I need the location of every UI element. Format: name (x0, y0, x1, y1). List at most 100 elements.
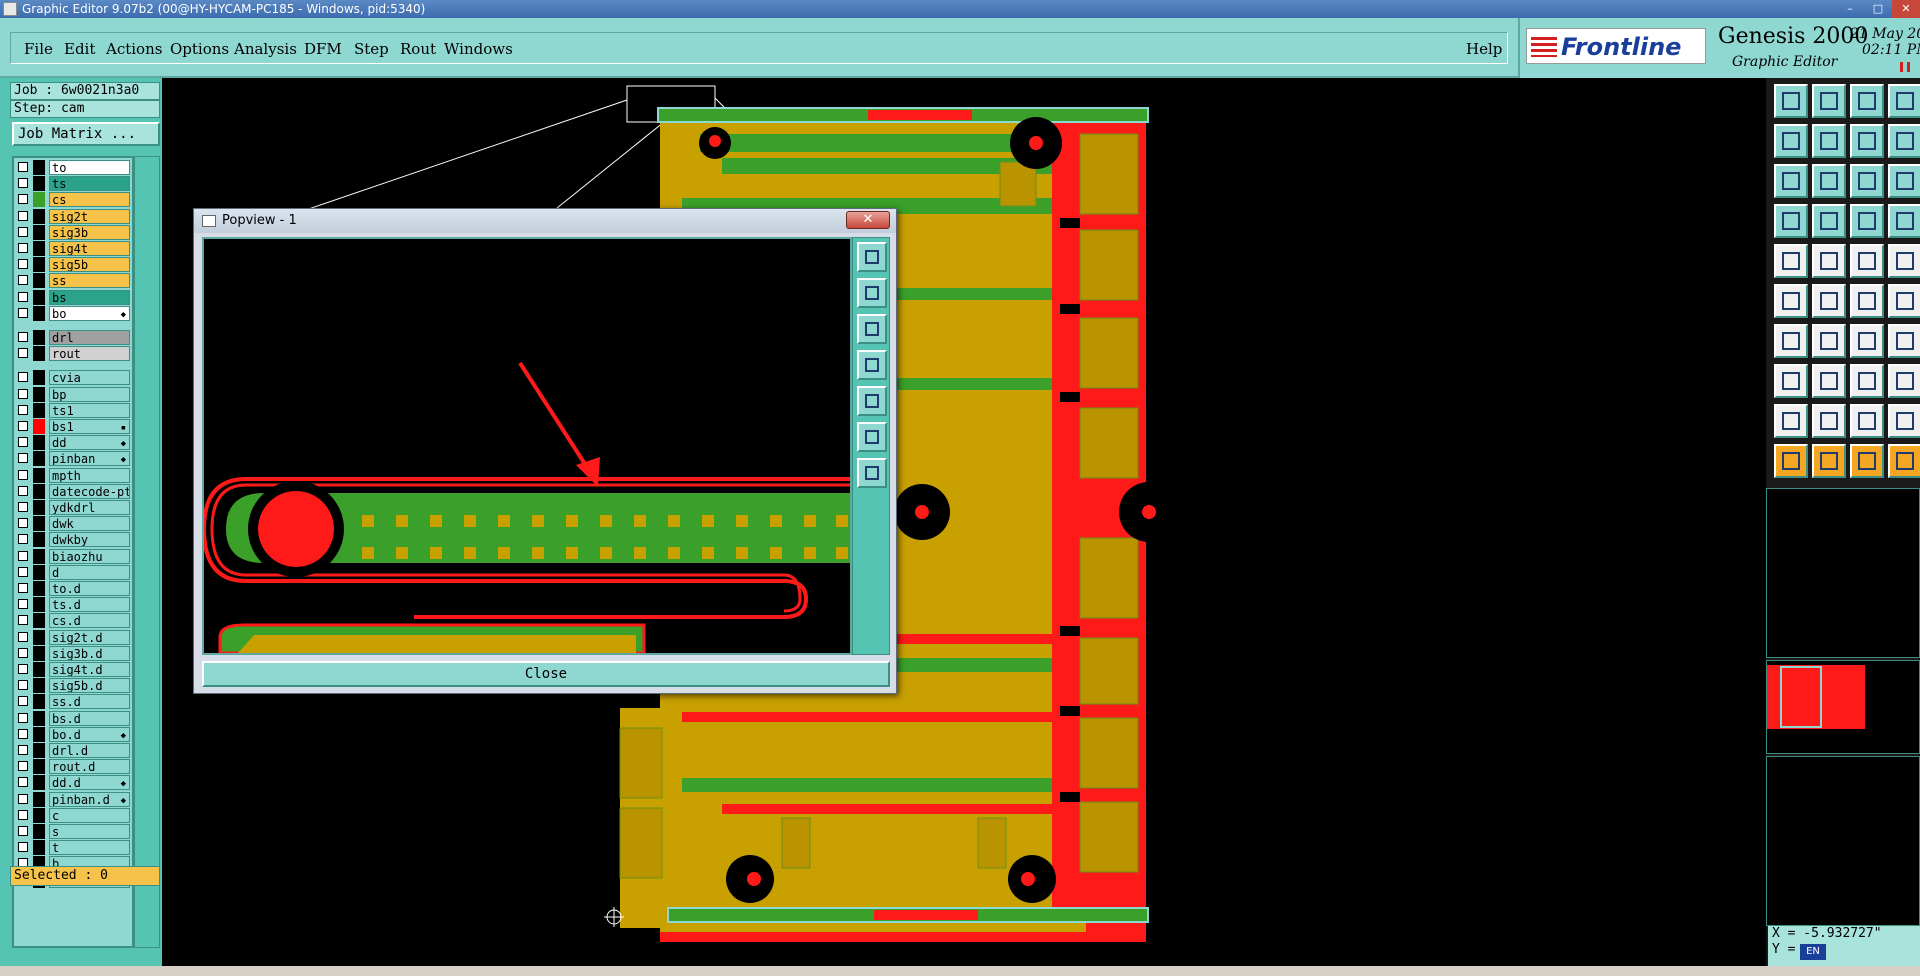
menu-step[interactable]: Step (354, 40, 389, 58)
layer-name[interactable]: to (49, 160, 130, 175)
layer-color-swatch[interactable] (33, 759, 45, 775)
layer-color-swatch[interactable] (33, 500, 45, 515)
layer-row[interactable]: ts1 (16, 402, 132, 418)
layer-color-swatch[interactable] (33, 645, 45, 661)
popview-pan-down-button[interactable] (857, 314, 887, 344)
layer-checkbox[interactable] (18, 550, 28, 561)
layer-color-swatch[interactable] (33, 548, 45, 564)
layer-name[interactable]: sig2t.d (49, 629, 130, 645)
layer-color-swatch[interactable] (33, 257, 45, 273)
layer-row[interactable]: rout (16, 346, 132, 362)
minimize-button[interactable]: – (1836, 0, 1864, 18)
layer-color-swatch[interactable] (33, 597, 45, 613)
layer-color-swatch[interactable] (33, 289, 45, 305)
layer-name[interactable]: sig4t (49, 241, 130, 256)
layer-color-swatch[interactable] (33, 824, 45, 839)
layer-name[interactable]: d (49, 564, 130, 580)
zoom-area-button[interactable] (1812, 164, 1846, 198)
layer-checkbox[interactable] (18, 777, 28, 788)
layer-row[interactable]: dd ◆ (16, 435, 132, 451)
layer-checkbox[interactable] (18, 680, 28, 691)
layer-checkbox[interactable] (18, 372, 28, 383)
layer-color-swatch[interactable] (33, 467, 45, 483)
add-pad-button[interactable] (1774, 244, 1808, 278)
layer-color-swatch[interactable] (33, 840, 45, 856)
fit-board-button[interactable] (1774, 164, 1808, 198)
layer-color-swatch[interactable] (33, 807, 45, 823)
layer-color-swatch[interactable] (33, 662, 45, 677)
layer-color-swatch[interactable] (33, 224, 45, 240)
layer-name[interactable]: ts (49, 176, 130, 192)
layer-name[interactable]: to.d (49, 581, 130, 596)
layer-name[interactable]: dwk (49, 516, 130, 532)
layer-row[interactable]: drl (16, 330, 132, 345)
menu-help[interactable]: Help (1466, 40, 1502, 58)
layer-row[interactable]: cs (16, 192, 132, 208)
layer-color-swatch[interactable] (33, 160, 45, 175)
layer-name[interactable]: sig3b (49, 224, 130, 240)
layer-name[interactable]: drl (49, 330, 130, 345)
add-angle-button[interactable] (1774, 324, 1808, 358)
layer-name[interactable]: bs1 ▪ (49, 419, 130, 434)
layer-checkbox[interactable] (18, 388, 28, 399)
layer-row[interactable]: bs (16, 289, 132, 305)
layer-color-swatch[interactable] (33, 629, 45, 645)
layer-name[interactable]: bs.d (49, 710, 130, 726)
popview-titlebar[interactable]: Popview - 1 ✕ (194, 209, 896, 233)
layer-row[interactable]: bo ◆ (16, 305, 132, 321)
layer-checkbox[interactable] (18, 210, 28, 221)
layer-color-swatch[interactable] (33, 775, 45, 791)
layer-checkbox[interactable] (18, 664, 28, 674)
layer-row[interactable]: sig4t.d (16, 662, 132, 677)
layer-row[interactable]: pinban ◆ (16, 451, 132, 467)
layer-row[interactable]: biaozhu (16, 548, 132, 564)
layer-row[interactable]: sig5b (16, 257, 132, 273)
layer-checkbox[interactable] (18, 696, 28, 707)
layer-row[interactable]: bp (16, 386, 132, 402)
layer-color-swatch[interactable] (33, 402, 45, 418)
scale-1-2-button[interactable] (1888, 124, 1920, 158)
layer-checkbox[interactable] (18, 243, 28, 253)
layer-name[interactable]: sig5b (49, 257, 130, 273)
layer-row[interactable]: cvia (16, 370, 132, 386)
layer-checkbox[interactable] (18, 842, 28, 853)
popview-zoom-fit-button[interactable] (857, 242, 887, 272)
layer-color-swatch[interactable] (33, 564, 45, 580)
layer-checkbox[interactable] (18, 421, 28, 431)
menu-edit[interactable]: Edit (64, 40, 95, 58)
layer-row[interactable]: s (16, 824, 132, 839)
layer-color-swatch[interactable] (33, 192, 45, 208)
open-job-button[interactable] (1774, 84, 1808, 118)
ime-indicator[interactable]: EN (1800, 944, 1826, 960)
layer-color-swatch[interactable] (33, 710, 45, 726)
layer-name[interactable]: datecode-pth (49, 483, 130, 499)
menu-options[interactable]: Options (170, 40, 229, 58)
layer-name[interactable]: dd.d ◆ (49, 775, 130, 791)
layer-checkbox[interactable] (18, 453, 28, 464)
layer-color-swatch[interactable] (33, 241, 45, 256)
layer-row[interactable]: ydkdrl (16, 500, 132, 515)
layer-name[interactable]: cvia (49, 370, 130, 386)
menu-rout[interactable]: Rout (400, 40, 436, 58)
layer-checkbox[interactable] (18, 226, 28, 237)
layer-name[interactable]: ss.d (49, 694, 130, 710)
popview-close-button[interactable]: Close (202, 661, 890, 687)
layer-checkbox[interactable] (18, 534, 28, 545)
popview-zoom-in-button[interactable] (857, 422, 887, 452)
layer-name[interactable]: rout (49, 346, 130, 362)
popview-zoom-out-button[interactable] (857, 458, 887, 488)
layer-name[interactable]: cs (49, 192, 130, 208)
triangle-b-button[interactable] (1888, 404, 1920, 438)
layer-toggle-button[interactable] (1888, 204, 1920, 238)
layer-row[interactable]: sig3b.d (16, 645, 132, 661)
select-net-button[interactable] (1850, 444, 1884, 478)
layer-checkbox[interactable] (18, 647, 28, 658)
layer-name[interactable]: pinban ◆ (49, 451, 130, 467)
layer-color-swatch[interactable] (33, 483, 45, 499)
layer-row[interactable]: drl.d (16, 743, 132, 758)
add-slash-button[interactable] (1812, 324, 1846, 358)
layer-checkbox[interactable] (18, 178, 28, 189)
layer-name[interactable]: sig5b.d (49, 678, 130, 694)
layer-name[interactable]: sig2t (49, 208, 130, 224)
layer-checkbox[interactable] (18, 194, 28, 205)
